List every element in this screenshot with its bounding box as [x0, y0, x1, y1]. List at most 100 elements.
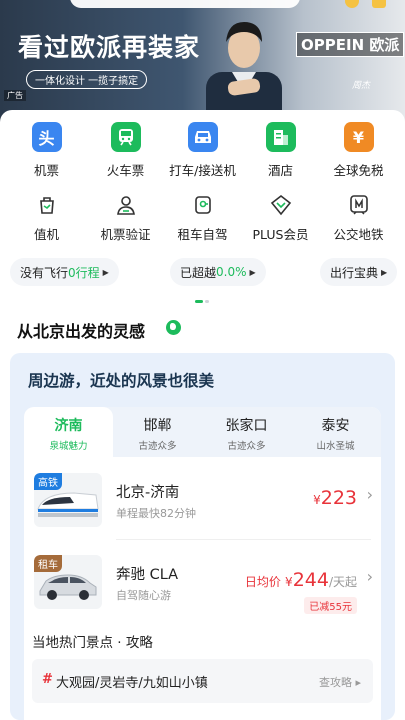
chevron-right-icon: ▶: [381, 267, 388, 277]
service-hotel[interactable]: 酒店: [240, 122, 321, 179]
service-checkin[interactable]: 值机: [6, 192, 87, 243]
inspiration-section: 从北京出发的灵感 周边游，近处的风景也很美 济南 泉城魅力 邯郸 古迹众多 张家…: [0, 310, 405, 720]
train-route: 北京-济南: [116, 485, 180, 501]
high-speed-tag: 高铁: [34, 473, 62, 490]
section-title: 从北京出发的灵感: [17, 322, 146, 341]
service-label: 租车自驾: [177, 227, 228, 242]
service-label: 值机: [33, 227, 59, 242]
service-ticket-verify[interactable]: 机票验证: [85, 192, 166, 243]
brand-logo: OPPEIN 欧派: [296, 32, 405, 57]
service-plus-member[interactable]: PLUS会员: [240, 192, 321, 243]
trips-prefix: 没有飞行: [20, 265, 69, 280]
divider: [116, 539, 371, 540]
guide-label: 出行宝典: [330, 265, 379, 280]
tab-jinan[interactable]: 济南 泉城魅力: [24, 407, 113, 457]
service-taxi[interactable]: 打车/接送机: [162, 122, 243, 179]
checkin-bag-icon: [34, 192, 60, 218]
message-icon[interactable]: [372, 0, 386, 8]
notification-icon[interactable]: [345, 0, 359, 8]
train-offer[interactable]: 高铁 北京-济南 单程最快82分钟 ¥223 ›: [24, 463, 381, 535]
trips-value: 0行程: [68, 265, 100, 280]
tab-sub: 山水圣城: [316, 441, 355, 452]
price-value: 244: [292, 569, 329, 591]
service-flight[interactable]: 头 机票: [6, 122, 87, 179]
ad-tag: 广告: [4, 90, 26, 101]
car-desc: 自驾随心游: [116, 589, 171, 602]
price-unit: /天起: [328, 575, 357, 589]
tab-name: 张家口: [225, 418, 268, 434]
hotel-icon: [265, 122, 296, 152]
search-bar-edge[interactable]: [70, 0, 300, 8]
service-label: 机票验证: [100, 227, 151, 242]
page-indicator: [195, 300, 211, 303]
car-image: 租车: [34, 555, 102, 609]
chevron-right-icon: ▶: [249, 267, 256, 277]
service-label: 酒店: [267, 163, 293, 178]
panel-title: 周边游，近处的风景也很美: [28, 372, 215, 390]
chevron-right-icon: ▶: [102, 267, 109, 277]
destination-card: 济南 泉城魅力 邯郸 古迹众多 张家口 古迹众多 泰安 山水圣城 高铁 北京-济…: [24, 407, 381, 720]
train-image: 高铁: [34, 473, 102, 527]
signature: 周杰: [352, 81, 371, 91]
train-desc: 单程最快82分钟: [116, 507, 196, 520]
service-label: PLUS会员: [252, 227, 309, 242]
tab-sub: 古迹众多: [138, 441, 177, 452]
banner-headline: 看过欧派再装家: [18, 33, 201, 62]
train-icon: [110, 122, 141, 152]
trips-pill[interactable]: 没有飞行 0行程 ▶: [10, 258, 119, 286]
tab-taian[interactable]: 泰安 山水圣城: [291, 407, 380, 457]
view-guide-link[interactable]: 查攻略 ▸: [319, 674, 361, 690]
exceed-value: 0.0%: [216, 265, 247, 279]
service-label: 全球免税: [333, 163, 384, 178]
guide-pill[interactable]: 出行宝典 ▶: [320, 258, 398, 286]
price-value: 223: [320, 487, 357, 509]
discount-badge: 已减55元: [304, 597, 357, 614]
service-car-rental[interactable]: 租车自驾: [162, 192, 243, 243]
service-label: 机票: [33, 163, 59, 178]
view-guide-label: 查攻略: [318, 676, 352, 689]
banner-subline: 一体化设计 一揽子搞定: [26, 70, 148, 89]
hot-spots-list: 大观园/灵岩寺/九如山小镇: [56, 676, 208, 691]
service-duty-free[interactable]: ¥ 全球免税: [318, 122, 399, 179]
stats-pills: 没有飞行 0行程 ▶ 已超越 0.0% ▶ 出行宝典 ▶: [0, 258, 405, 288]
services-card: 头 机票 火车票 打车/接送机 酒店 ¥ 全球免税 值机 机票验证 租车自驾 P…: [0, 110, 405, 310]
tab-name: 泰安: [321, 418, 350, 434]
train-price: ¥223: [313, 487, 357, 509]
tab-name: 济南: [54, 418, 83, 434]
rental-tag: 租车: [34, 555, 62, 572]
tab-handan[interactable]: 邯郸 古迹众多: [113, 407, 202, 457]
destination-tabs: 济南 泉城魅力 邯郸 古迹众多 张家口 古迹众多 泰安 山水圣城: [24, 407, 381, 457]
service-label: 打车/接送机: [169, 163, 236, 178]
ticket-verify-icon: [113, 192, 139, 218]
car-offer[interactable]: 租车 奔驰 CLA 自驾随心游 日均价 ¥244/天起 已减55元 ›: [24, 545, 381, 617]
hot-spots-row[interactable]: # 大观园/灵岩寺/九如山小镇 查攻略 ▸: [32, 659, 373, 703]
price-prefix: 日均价: [244, 575, 281, 589]
car-rental-icon: [190, 192, 216, 218]
car-icon: [187, 122, 218, 152]
duty-free-icon: ¥: [343, 122, 374, 152]
globe-icon: [166, 320, 181, 335]
exceed-prefix: 已超越: [180, 265, 217, 280]
service-label: 公交地铁: [333, 227, 384, 242]
page-dot: [205, 300, 209, 303]
tab-name: 邯郸: [143, 418, 172, 434]
ad-banner[interactable]: 看过欧派再装家 一体化设计 一揽子搞定 广告 OPPEIN 欧派 周杰: [0, 0, 405, 126]
tab-sub: 泉城魅力: [49, 441, 88, 452]
chevron-right-icon: ›: [366, 485, 373, 504]
hot-spots-title: 当地热门景点 · 攻略: [32, 635, 153, 651]
nearby-trips-panel: 周边游，近处的风景也很美 济南 泉城魅力 邯郸 古迹众多 张家口 古迹众多 泰安…: [10, 353, 395, 720]
tab-sub: 古迹众多: [227, 441, 266, 452]
chevron-right-icon: ›: [366, 567, 373, 586]
hashtag-icon: #: [42, 672, 53, 687]
service-label: 火车票: [106, 163, 145, 178]
exceed-pill[interactable]: 已超越 0.0% ▶: [170, 258, 266, 286]
currency: ¥: [313, 493, 321, 507]
service-train[interactable]: 火车票: [85, 122, 166, 179]
plane-ticket-icon: 头: [31, 122, 62, 152]
tab-zhangjiakou[interactable]: 张家口 古迹众多: [202, 407, 291, 457]
car-price: 日均价 ¥244/天起: [245, 569, 357, 591]
metro-icon: [346, 192, 372, 218]
plus-member-icon: [268, 192, 294, 218]
currency: ¥: [285, 575, 293, 589]
service-metro[interactable]: 公交地铁: [318, 192, 399, 243]
